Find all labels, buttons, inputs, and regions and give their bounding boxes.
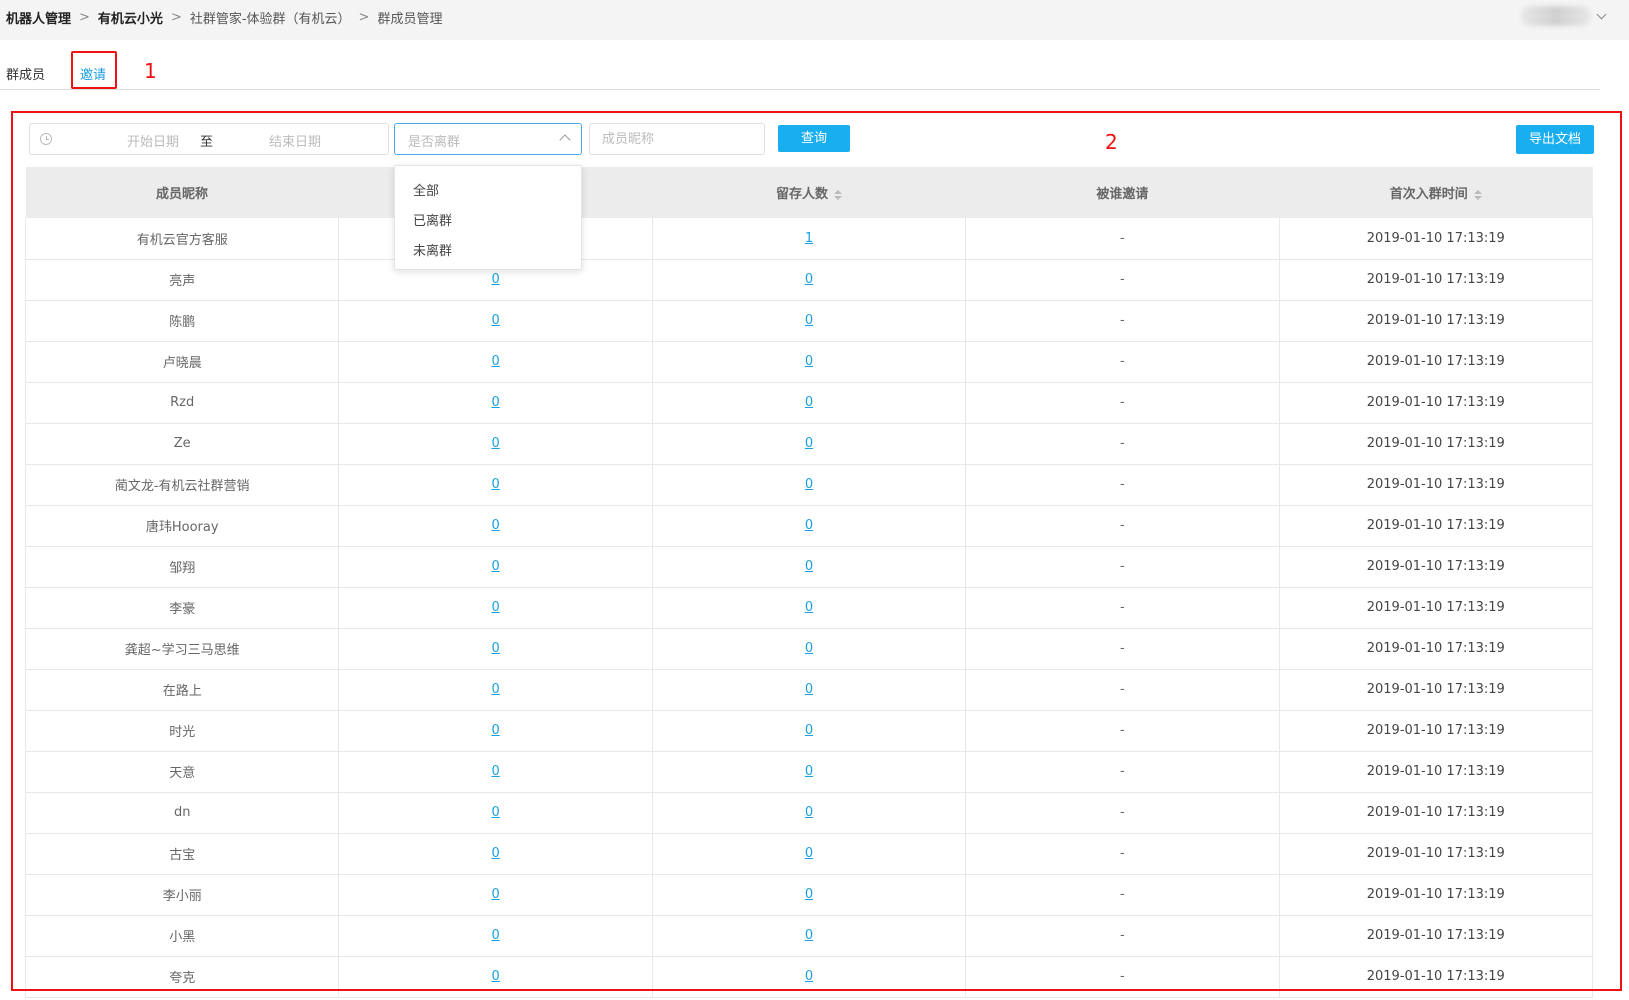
left-group-dropdown: 全部 已离群 未离群 <box>394 165 582 270</box>
breadcrumb-item-robot-management[interactable]: 机器人管理 <box>6 8 71 27</box>
tab-bar: 群成员 邀请 <box>0 52 1600 90</box>
dropdown-option-not-left[interactable]: 未离群 <box>413 240 452 259</box>
breadcrumb-separator: > <box>79 10 90 25</box>
dropdown-option-all[interactable]: 全部 <box>413 180 439 199</box>
breadcrumb-separator: > <box>170 10 182 25</box>
breadcrumb-item-current: 群成员管理 <box>377 12 443 27</box>
annotation-box-1 <box>71 51 117 89</box>
breadcrumb-item-robot[interactable]: 有机云小光 <box>98 8 163 27</box>
breadcrumb-item-group[interactable]: 社群管家-体验群（有机云） <box>190 8 351 27</box>
breadcrumb: 机器人管理 > 有机云小光 > 社群管家-体验群（有机云） > 群成员管理 <box>6 8 442 27</box>
annotation-number-1: 1 <box>144 59 157 83</box>
top-header: 机器人管理 > 有机云小光 > 社群管家-体验群（有机云） > 群成员管理 <box>0 0 1629 40</box>
breadcrumb-separator: > <box>358 10 370 25</box>
tab-members[interactable]: 群成员 <box>6 64 45 83</box>
user-menu[interactable] <box>1521 6 1609 26</box>
dropdown-option-left[interactable]: 已离群 <box>413 210 452 229</box>
chevron-down-icon[interactable] <box>1595 9 1609 23</box>
annotation-box-2 <box>11 111 1622 991</box>
avatar[interactable] <box>1521 6 1591 26</box>
